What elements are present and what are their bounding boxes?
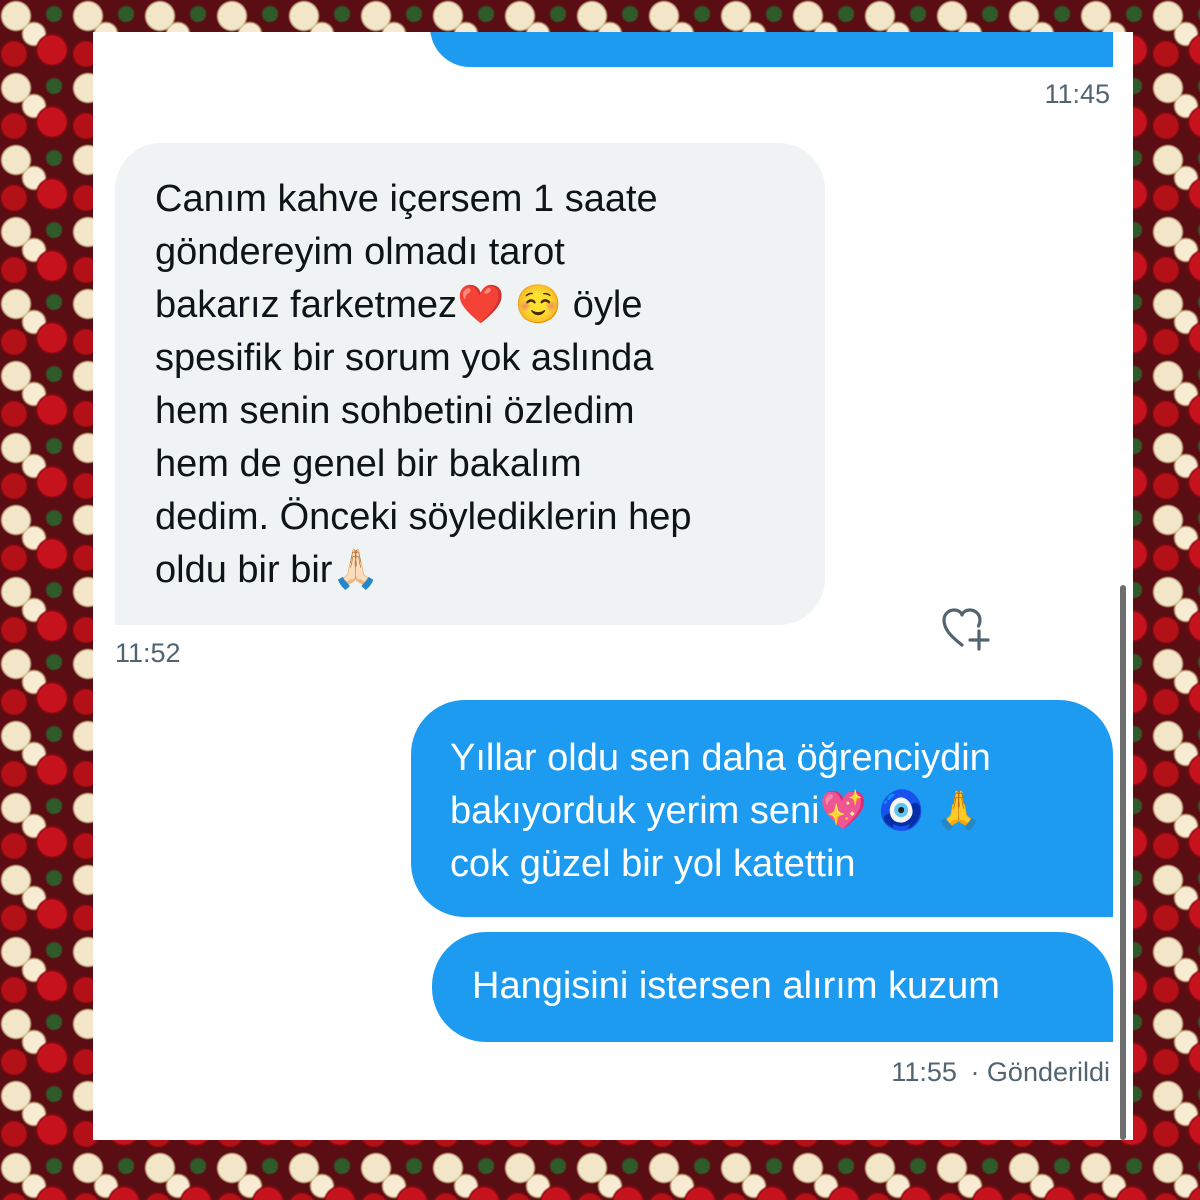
- incoming-message-bubble[interactable]: Canım kahve içersem 1 saate göndereyim o…: [115, 143, 825, 625]
- message-meta: 11:55 · Gönderildi: [891, 1057, 1110, 1088]
- message-timestamp: 11:52: [115, 638, 181, 668]
- message-line: Yıllar oldu sen daha öğrenciydin: [450, 737, 991, 779]
- chat-panel: 11:45 Canım kahve içersem 1 saate gönder…: [93, 32, 1133, 1140]
- message-line: hem senin sohbetini özledim: [155, 390, 635, 432]
- message-line: hem de genel bir bakalım: [155, 443, 582, 485]
- message-line: spesifik bir sorum yok aslında: [155, 337, 654, 379]
- message-line: göndereyim olmadı tarot: [155, 231, 565, 273]
- message-line: Hangisini istersen alırım kuzum: [472, 965, 1000, 1007]
- outgoing-message-bubble[interactable]: Yıllar oldu sen daha öğrenciydin bakıyor…: [411, 700, 1113, 917]
- message-line: dedim. Önceki söylediklerin hep: [155, 496, 692, 538]
- message-line: cok güzel bir yol katettin: [450, 843, 856, 885]
- heart-plus-icon[interactable]: [941, 607, 993, 651]
- message-timestamp: 11:45: [1044, 79, 1110, 109]
- message-line: Canım kahve içersem 1 saate: [155, 178, 658, 220]
- outgoing-message-bubble-partial[interactable]: [430, 32, 1113, 67]
- outgoing-message-bubble[interactable]: Hangisini istersen alırım kuzum: [432, 932, 1113, 1042]
- delivery-status: · Gönderildi: [970, 1057, 1110, 1087]
- message-line: bakıyorduk yerim seni💖 🧿 🙏: [450, 790, 983, 832]
- message-line: oldu bir bir🙏🏻: [155, 549, 380, 591]
- scrollbar[interactable]: [1120, 585, 1126, 1140]
- message-timestamp: 11:55: [891, 1057, 957, 1087]
- message-line: bakarız farketmez❤️ ☺️ öyle: [155, 284, 643, 326]
